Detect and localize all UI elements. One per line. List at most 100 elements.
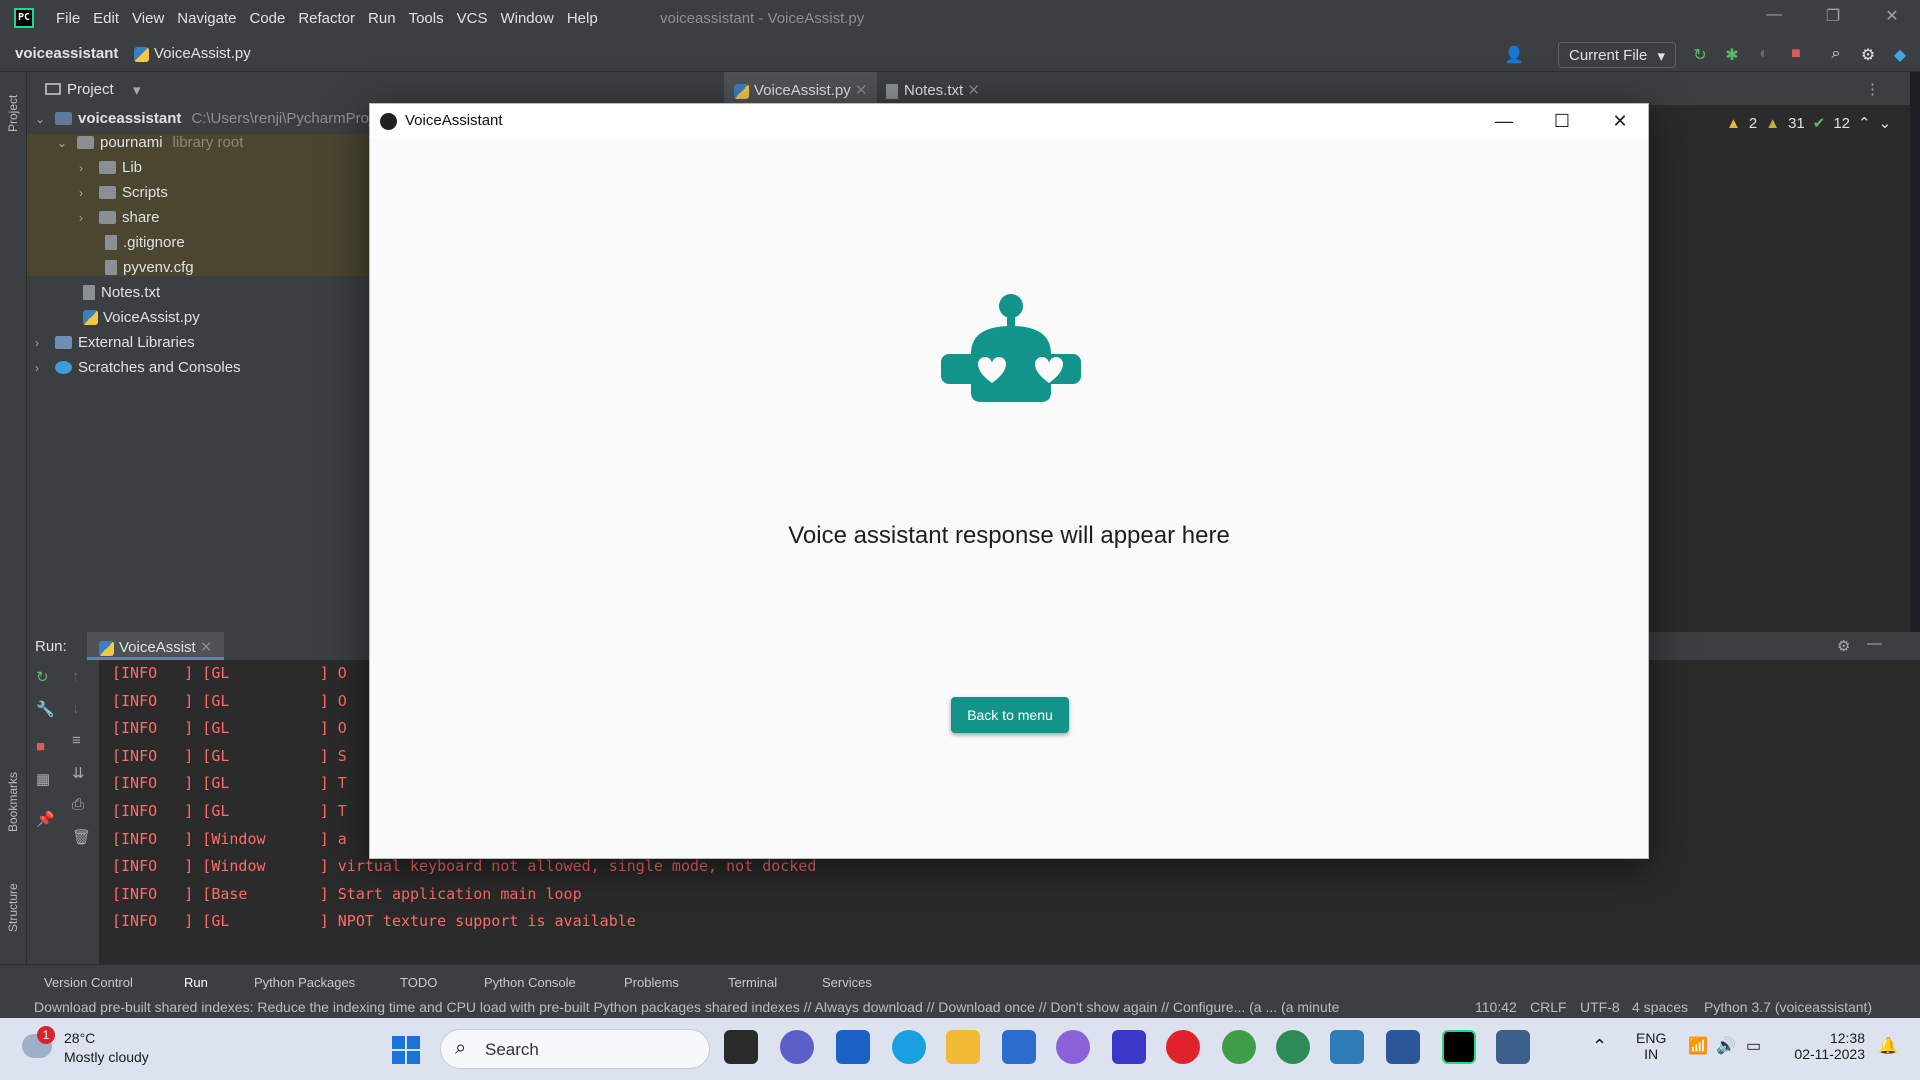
python-app-icon[interactable] — [1496, 1030, 1530, 1064]
inspection-widget[interactable]: ▲ 2 ▲ 31 ✔ 12 ⌃ ⌄ — [1718, 114, 1892, 133]
bookmarks-tool-label[interactable]: Bookmarks — [6, 772, 20, 832]
taskbar-search[interactable]: ⌕ Search — [440, 1029, 710, 1069]
tool-python-packages[interactable]: Python Packages — [254, 975, 355, 990]
tool-services[interactable]: Services — [822, 975, 872, 990]
soft-wrap-icon[interactable]: ≡ — [72, 732, 81, 749]
tree-file-voiceassist[interactable]: VoiceAssist.py — [83, 305, 200, 330]
teams-icon[interactable] — [780, 1030, 814, 1064]
plugin-icon[interactable]: ◆ — [1890, 45, 1910, 65]
remote-desktop-icon[interactable] — [1330, 1030, 1364, 1064]
minimize-icon[interactable]: — — [1476, 106, 1532, 136]
menu-run[interactable]: Run — [368, 10, 396, 27]
close-tab-icon[interactable]: ✕ — [967, 82, 980, 99]
tree-file-pyvenv[interactable]: pyvenv.cfg — [105, 255, 194, 280]
run-config-select[interactable]: Current File ▾ — [1558, 42, 1676, 68]
debug-icon[interactable]: ✱ — [1722, 45, 1742, 65]
menu-code[interactable]: Code — [249, 10, 285, 27]
search-icon[interactable]: ⌕ — [1826, 45, 1846, 65]
menu-edit[interactable]: Edit — [93, 10, 119, 27]
chevron-up-icon[interactable]: ⌃ — [1858, 114, 1871, 132]
wifi-icon[interactable]: 📶 — [1688, 1036, 1708, 1056]
user-icon[interactable]: 👤 — [1504, 45, 1524, 65]
close-tab-icon[interactable]: ✕ — [855, 82, 868, 99]
tool-python-console[interactable]: Python Console — [484, 975, 576, 990]
opera-icon[interactable] — [1166, 1030, 1200, 1064]
minimize-icon[interactable]: — — [1754, 6, 1794, 30]
pin-icon[interactable]: 📌 — [36, 810, 55, 828]
copilot-icon[interactable] — [1056, 1030, 1090, 1064]
tree-root[interactable]: ⌄ voiceassistant C:\Users\renji\PycharmPro… — [35, 106, 381, 131]
tree-file-notes[interactable]: Notes.txt — [83, 280, 160, 305]
pycharm-icon[interactable] — [1442, 1030, 1476, 1064]
line-separator[interactable]: CRLF — [1530, 999, 1567, 1015]
chevron-down-icon[interactable]: ⌄ — [1879, 114, 1892, 132]
menu-view[interactable]: View — [132, 10, 164, 27]
edge-icon[interactable] — [892, 1030, 926, 1064]
project-panel-title[interactable]: Project — [67, 81, 114, 98]
run-tab[interactable]: VoiceAssist ✕ — [87, 632, 225, 660]
start-icon[interactable] — [392, 1036, 420, 1064]
tree-scratches[interactable]: › Scratches and Consoles — [35, 355, 241, 380]
word-icon[interactable] — [1386, 1030, 1420, 1064]
app-icon[interactable] — [1112, 1030, 1146, 1064]
rerun-icon[interactable]: ↻ — [36, 668, 49, 686]
tree-folder-share[interactable]: › share — [79, 205, 160, 230]
tree-lib-root[interactable]: ⌄ pournami library root — [57, 130, 243, 155]
tab-notes[interactable]: Notes.txt ✕ — [876, 72, 990, 106]
chevron-down-icon[interactable]: ▾ — [133, 81, 141, 99]
indent-setting[interactable]: 4 spaces — [1632, 999, 1688, 1015]
back-to-menu-button[interactable]: Back to menu — [951, 697, 1069, 733]
menu-tools[interactable]: Tools — [409, 10, 444, 27]
settings-icon[interactable]: ⚙ — [1837, 637, 1850, 655]
chrome-profile-icon[interactable] — [1276, 1030, 1310, 1064]
stop-icon[interactable]: ■ — [36, 738, 45, 755]
close-icon[interactable]: ✕ — [1872, 6, 1912, 30]
clock[interactable]: 12:38 02-11-2023 — [1775, 1030, 1865, 1062]
breadcrumb-project[interactable]: voiceassistant — [15, 45, 118, 62]
notification-icon[interactable]: 🔔 — [1878, 1036, 1898, 1056]
structure-tool-label[interactable]: Structure — [6, 883, 20, 932]
menu-file[interactable]: File — [56, 10, 80, 27]
arrow-down-icon[interactable]: ↓ — [72, 700, 80, 717]
hide-icon[interactable]: — — [1867, 635, 1882, 652]
chrome-icon[interactable] — [1222, 1030, 1256, 1064]
menu-vcs[interactable]: VCS — [457, 10, 488, 27]
menu-help[interactable]: Help — [567, 10, 598, 27]
cursor-position[interactable]: 110:42 — [1475, 999, 1517, 1015]
interpreter[interactable]: Python 3.7 (voiceassistant) — [1704, 999, 1872, 1015]
trash-icon[interactable]: 🗑 — [72, 828, 91, 846]
close-icon[interactable]: ✕ — [1592, 106, 1648, 136]
volume-icon[interactable]: 🔊 — [1716, 1036, 1736, 1056]
status-message[interactable]: Download pre-built shared indexes: Reduc… — [34, 999, 1434, 1015]
store-icon[interactable] — [836, 1030, 870, 1064]
tool-run[interactable]: Run — [184, 975, 208, 990]
arrow-up-icon[interactable]: ↑ — [72, 668, 80, 685]
tree-file-gitignore[interactable]: .gitignore — [105, 230, 185, 255]
breadcrumb-file[interactable]: VoiceAssist.py — [134, 45, 251, 62]
restore-icon[interactable]: ❐ — [1813, 6, 1853, 30]
menu-refactor[interactable]: Refactor — [298, 10, 355, 27]
tool-terminal[interactable]: Terminal — [728, 975, 777, 990]
stop-icon[interactable]: ■ — [1786, 45, 1806, 65]
tool-todo[interactable]: TODO — [400, 975, 437, 990]
layout-icon[interactable]: ▦ — [36, 770, 50, 788]
tool-problems[interactable]: Problems — [624, 975, 679, 990]
task-view-icon[interactable] — [724, 1030, 758, 1064]
maximize-icon[interactable]: ☐ — [1534, 106, 1590, 136]
tree-folder-lib[interactable]: › Lib — [79, 155, 142, 180]
language-indicator[interactable]: ENG IN — [1636, 1030, 1666, 1062]
project-tool-label[interactable]: Project — [6, 95, 20, 132]
scroll-to-end-icon[interactable]: ⇊ — [72, 764, 85, 782]
mail-icon[interactable] — [1002, 1030, 1036, 1064]
battery-icon[interactable]: ▭ — [1746, 1036, 1761, 1056]
file-encoding[interactable]: UTF-8 — [1580, 999, 1620, 1015]
tool-version-control[interactable]: Version Control — [44, 975, 133, 990]
tree-folder-scripts[interactable]: › Scripts — [79, 180, 168, 205]
wrench-icon[interactable]: 🔧 — [36, 700, 55, 718]
file-explorer-icon[interactable] — [946, 1030, 980, 1064]
settings-icon[interactable]: ⚙ — [1858, 45, 1878, 65]
tab-voiceassist[interactable]: VoiceAssist.py ✕ — [724, 72, 878, 106]
rerun-icon[interactable]: ↻ — [1690, 45, 1710, 65]
more-icon[interactable]: ⋮ — [1865, 80, 1880, 98]
coverage-icon[interactable]: ◐ — [1754, 45, 1774, 65]
